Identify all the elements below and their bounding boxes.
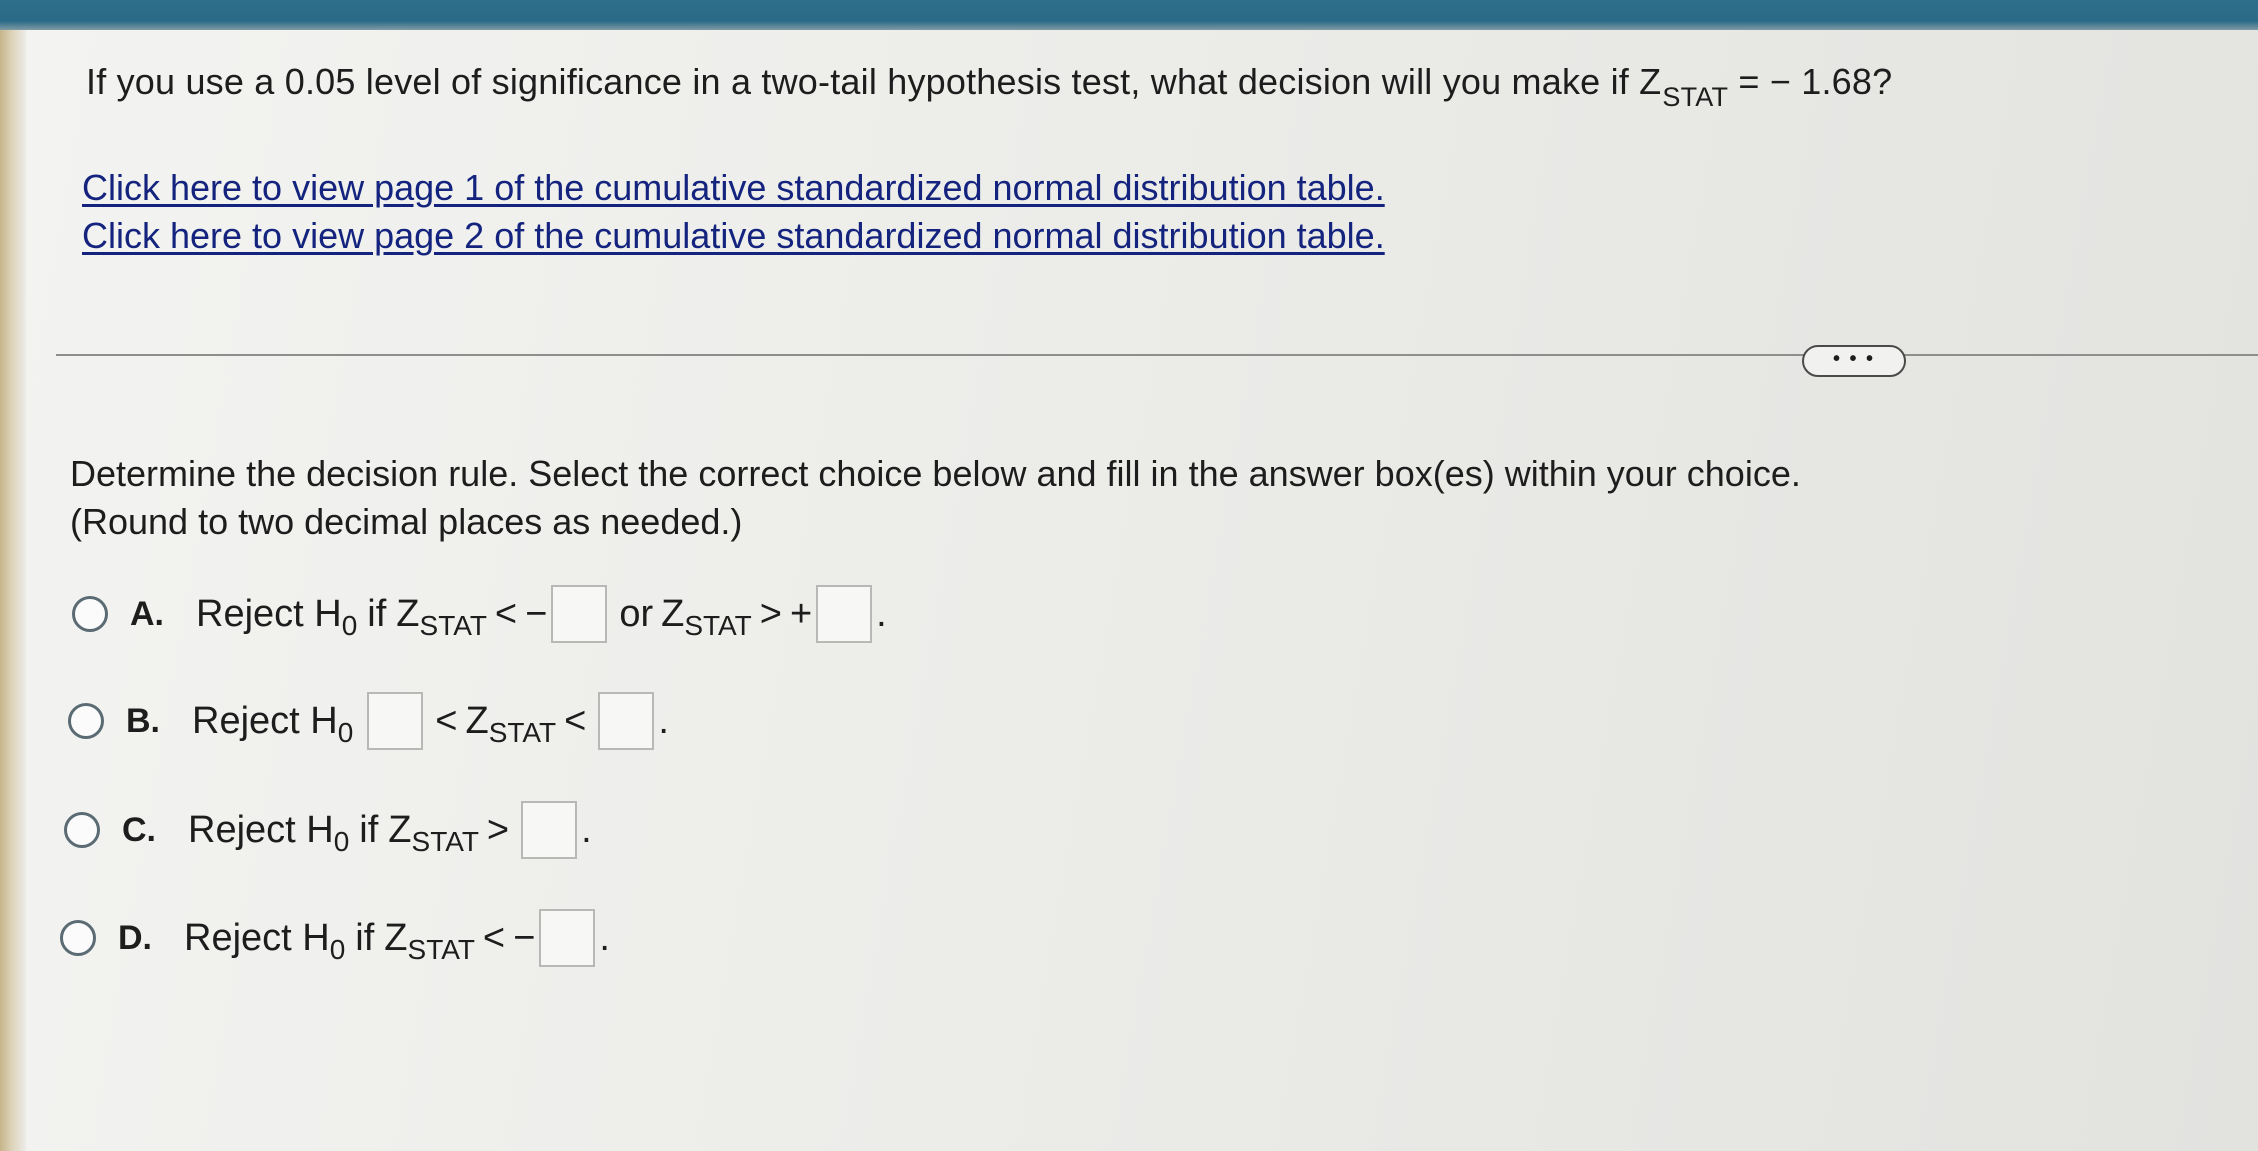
period: . <box>599 916 610 959</box>
choice-a[interactable]: A. Reject H0 if Z STAT < − or Z STAT > + . <box>72 585 887 643</box>
section-divider <box>56 354 2258 356</box>
if-text: if <box>359 808 379 851</box>
or-text: or <box>619 592 654 635</box>
choice-b-lower-input[interactable] <box>367 692 424 750</box>
stat-subscript: STAT <box>419 610 487 641</box>
minus-symbol: − <box>513 916 536 959</box>
choice-d-radio[interactable] <box>60 920 96 956</box>
choice-b-letter: B. <box>126 701 160 740</box>
question-z-subscript: STAT <box>1662 82 1729 112</box>
choice-b[interactable]: B. Reject H0 < Z STAT < . <box>68 692 669 750</box>
z-text: Z <box>396 592 420 635</box>
instructions: Determine the decision rule. Select the … <box>70 450 1801 546</box>
less-than-symbol: < <box>435 699 458 742</box>
if-text: if <box>355 916 375 959</box>
h-subscript: 0 <box>341 610 358 641</box>
choice-c-input[interactable] <box>521 801 578 859</box>
question-text-end: = − 1.68? <box>1728 61 1893 102</box>
choice-a-letter: A. <box>130 594 164 633</box>
reject-text: Reject H <box>196 592 342 635</box>
less-than-symbol: < <box>482 916 506 959</box>
choice-b-upper-input[interactable] <box>598 692 655 750</box>
choice-d[interactable]: D. Reject H0 if Z STAT < − . <box>60 909 610 967</box>
stat-subscript: STAT <box>684 610 752 641</box>
reject-text: Reject H <box>192 699 338 742</box>
choice-c-letter: C. <box>122 810 156 849</box>
instructions-line-2: (Round to two decimal places as needed.) <box>70 501 743 542</box>
question-text: If you use a 0.05 level of significance … <box>86 60 1893 112</box>
stat-subscript: STAT <box>407 934 475 965</box>
choice-a-upper-input[interactable] <box>816 585 873 643</box>
choice-b-radio[interactable] <box>68 703 104 739</box>
reject-text: Reject H <box>184 916 330 959</box>
h-subscript: 0 <box>337 717 354 748</box>
greater-than-symbol: > <box>759 592 782 635</box>
table-page-1-link[interactable]: Click here to view page 1 of the cumulat… <box>82 164 1385 212</box>
choice-a-radio[interactable] <box>72 596 108 632</box>
stat-subscript: STAT <box>488 717 557 748</box>
z-text: Z <box>465 699 489 742</box>
choice-d-input[interactable] <box>539 909 596 967</box>
question-text-start: If you use a 0.05 level of significance … <box>86 61 1662 102</box>
less-than-symbol: < <box>564 699 587 742</box>
table-page-2-link[interactable]: Click here to view page 2 of the cumulat… <box>82 212 1385 260</box>
h-subscript: 0 <box>333 826 350 857</box>
choice-a-lower-input[interactable] <box>551 585 608 643</box>
z-text: Z <box>388 808 412 851</box>
choice-d-letter: D. <box>118 918 152 957</box>
less-than-symbol: < <box>494 592 518 635</box>
h-subscript: 0 <box>329 934 346 965</box>
table-links: Click here to view page 1 of the cumulat… <box>82 164 1385 260</box>
left-edge-strip <box>0 30 26 1151</box>
more-options-button[interactable]: • • • <box>1802 345 1906 377</box>
choice-c-radio[interactable] <box>64 812 100 848</box>
stat-subscript: STAT <box>411 826 479 857</box>
minus-symbol: − <box>525 592 548 635</box>
instructions-line-1: Determine the decision rule. Select the … <box>70 453 1801 494</box>
reject-text: Reject H <box>188 808 334 851</box>
period: . <box>876 592 887 635</box>
choice-c[interactable]: C. Reject H0 if Z STAT > . <box>64 801 592 859</box>
plus-symbol: + <box>789 592 813 635</box>
z-text: Z <box>661 592 685 635</box>
browser-top-bar <box>0 0 2258 30</box>
z-text: Z <box>384 916 408 959</box>
greater-than-symbol: > <box>486 808 510 851</box>
if-text: if <box>367 592 387 635</box>
period: . <box>581 808 592 851</box>
period: . <box>658 699 669 742</box>
